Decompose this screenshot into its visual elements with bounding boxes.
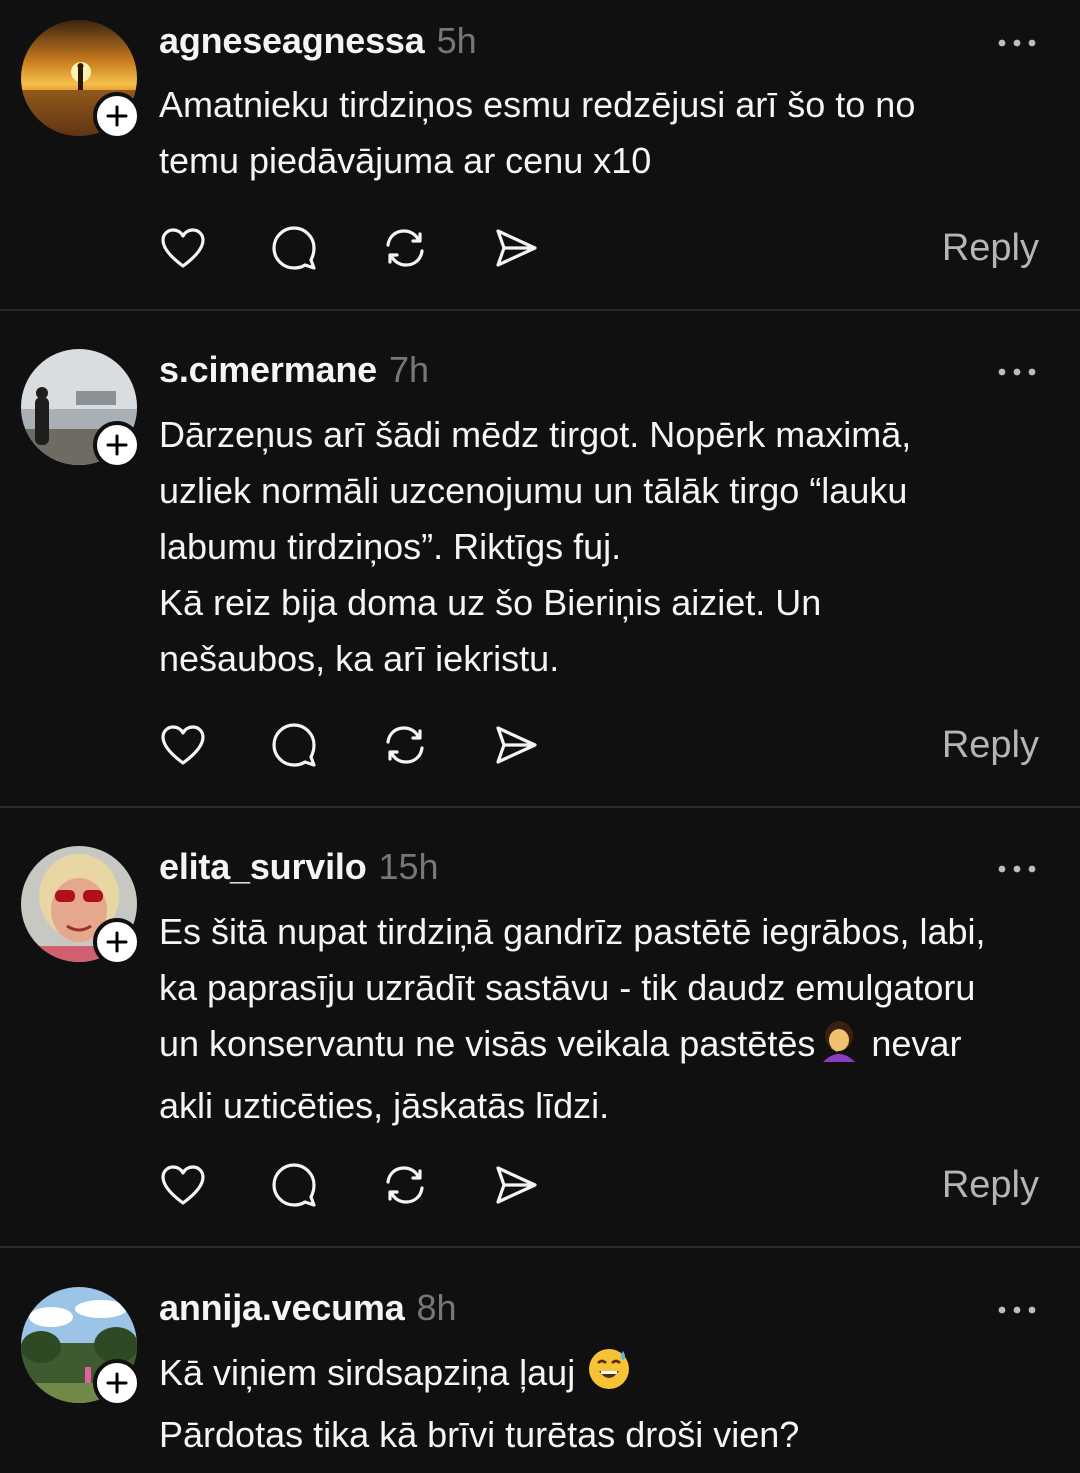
post-text: Kā viņiem sirdsapziņa ļauj Pārdotas tika… bbox=[159, 1345, 1059, 1463]
comment-button[interactable] bbox=[270, 1161, 318, 1209]
comment-button[interactable] bbox=[270, 224, 318, 272]
comment-button[interactable] bbox=[270, 721, 318, 769]
post-text: Es šitā nupat tirdziņā gandrīz pastētē i… bbox=[159, 904, 1059, 1134]
repost-button[interactable] bbox=[381, 1161, 429, 1209]
text-segment: nevar bbox=[861, 1023, 962, 1064]
text-segment: Kā viņiem sirdsapziņa ļauj bbox=[159, 1352, 576, 1393]
plus-icon bbox=[106, 1372, 128, 1394]
text-line: Dārzeņus arī šādi mēdz tirgot. Nopērk ma… bbox=[159, 414, 912, 455]
more-button[interactable] bbox=[997, 1300, 1037, 1320]
plus-icon bbox=[106, 105, 128, 127]
share-button[interactable] bbox=[492, 224, 540, 272]
avatar-container[interactable] bbox=[21, 1287, 141, 1407]
username[interactable]: elita_survilo bbox=[159, 846, 367, 888]
heart-icon bbox=[161, 1165, 205, 1205]
more-horizontal-icon bbox=[998, 1306, 1036, 1314]
share-button[interactable] bbox=[492, 721, 540, 769]
facepalm-emoji-icon bbox=[817, 1018, 861, 1078]
post-header: agneseagnessa 5h bbox=[159, 20, 477, 70]
like-button[interactable] bbox=[159, 721, 207, 769]
follow-button[interactable] bbox=[93, 421, 141, 469]
more-horizontal-icon bbox=[998, 865, 1036, 873]
repost-icon bbox=[386, 726, 424, 764]
avatar-container[interactable] bbox=[21, 846, 141, 966]
text-line: nešaubos, ka arī iekristu. bbox=[159, 638, 560, 679]
text-line: temu piedāvājuma ar cenu x10 bbox=[159, 140, 652, 181]
text-line: un konservantu ne visās veikala pastētēs… bbox=[159, 1016, 1059, 1078]
text-line: akli uzticēties, jāskatās līdzi. bbox=[159, 1085, 610, 1126]
grinning-sweat-emoji-icon bbox=[587, 1347, 631, 1407]
repost-button[interactable] bbox=[381, 721, 429, 769]
share-button[interactable] bbox=[492, 1161, 540, 1209]
like-button[interactable] bbox=[159, 1161, 207, 1209]
timestamp: 7h bbox=[388, 349, 429, 390]
post-header: s.cimermane 7h bbox=[159, 349, 429, 399]
more-button[interactable] bbox=[997, 33, 1037, 53]
send-icon bbox=[496, 229, 537, 267]
repost-icon bbox=[386, 1166, 424, 1204]
text-line: Pārdotas tika kā brīvi turētas droši vie… bbox=[159, 1414, 800, 1455]
text-line: uzliek normāli uzcenojumu un tālāk tirgo… bbox=[159, 470, 908, 511]
more-button[interactable] bbox=[997, 362, 1037, 382]
comment-bubble-icon bbox=[272, 226, 316, 270]
more-horizontal-icon bbox=[998, 368, 1036, 376]
repost-button[interactable] bbox=[381, 224, 429, 272]
more-button[interactable] bbox=[997, 859, 1037, 879]
text-segment: un konservantu ne visās veikala pastētēs bbox=[159, 1023, 816, 1064]
repost-icon bbox=[386, 229, 424, 267]
text-line: labumu tirdziņos”. Riktīgs fuj. bbox=[159, 526, 622, 567]
action-bar: Reply bbox=[159, 721, 1039, 771]
follow-button[interactable] bbox=[93, 918, 141, 966]
comment-bubble-icon bbox=[272, 1163, 316, 1207]
like-button[interactable] bbox=[159, 224, 207, 272]
timestamp: 5h bbox=[436, 20, 477, 61]
text-line: Amatnieku tirdziņos esmu redzējusi arī š… bbox=[159, 84, 916, 125]
comment-post: annija.vecuma 8h Kā viņiem sirdsapziņa ļ… bbox=[0, 1247, 1080, 1473]
text-line: ka paprasīju uzrādīt sastāvu - tik daudz… bbox=[159, 967, 976, 1008]
follow-button[interactable] bbox=[93, 92, 141, 140]
text-line: Kā reiz bija doma uz šo Bieriņis aiziet.… bbox=[159, 582, 822, 623]
send-icon bbox=[496, 726, 537, 764]
post-header: annija.vecuma 8h bbox=[159, 1287, 457, 1337]
action-bar: Reply bbox=[159, 1161, 1039, 1211]
username[interactable]: annija.vecuma bbox=[159, 1287, 405, 1329]
reply-button[interactable]: Reply bbox=[942, 1161, 1039, 1209]
reply-button[interactable]: Reply bbox=[942, 721, 1039, 769]
post-text: Amatnieku tirdziņos esmu redzējusi arī š… bbox=[159, 77, 1059, 189]
timestamp: 8h bbox=[416, 1287, 457, 1328]
text-line: Kā viņiem sirdsapziņa ļauj bbox=[159, 1345, 1059, 1407]
comment-feed: agneseagnessa 5h Amatnieku tirdziņos esm… bbox=[0, 0, 1080, 1473]
reply-button[interactable]: Reply bbox=[942, 224, 1039, 272]
text-line: Es šitā nupat tirdziņā gandrīz pastētē i… bbox=[159, 911, 986, 952]
heart-icon bbox=[161, 725, 205, 765]
username[interactable]: agneseagnessa bbox=[159, 20, 425, 62]
timestamp: 15h bbox=[378, 846, 439, 887]
heart-icon bbox=[161, 228, 205, 268]
comment-bubble-icon bbox=[272, 723, 316, 767]
post-text: Dārzeņus arī šādi mēdz tirgot. Nopērk ma… bbox=[159, 407, 1059, 687]
action-bar: Reply bbox=[159, 224, 1039, 274]
comment-post: elita_survilo 15h Es šitā nupat tirdziņā… bbox=[0, 806, 1080, 1248]
comment-post: s.cimermane 7h Dārzeņus arī šādi mēdz ti… bbox=[0, 309, 1080, 808]
plus-icon bbox=[106, 434, 128, 456]
post-header: elita_survilo 15h bbox=[159, 846, 439, 896]
follow-button[interactable] bbox=[93, 1359, 141, 1407]
avatar-container[interactable] bbox=[21, 349, 141, 469]
username[interactable]: s.cimermane bbox=[159, 349, 377, 391]
plus-icon bbox=[106, 931, 128, 953]
avatar-container[interactable] bbox=[21, 20, 141, 140]
comment-post: agneseagnessa 5h Amatnieku tirdziņos esm… bbox=[0, 0, 1080, 311]
more-horizontal-icon bbox=[998, 39, 1036, 47]
send-icon bbox=[496, 1166, 537, 1204]
